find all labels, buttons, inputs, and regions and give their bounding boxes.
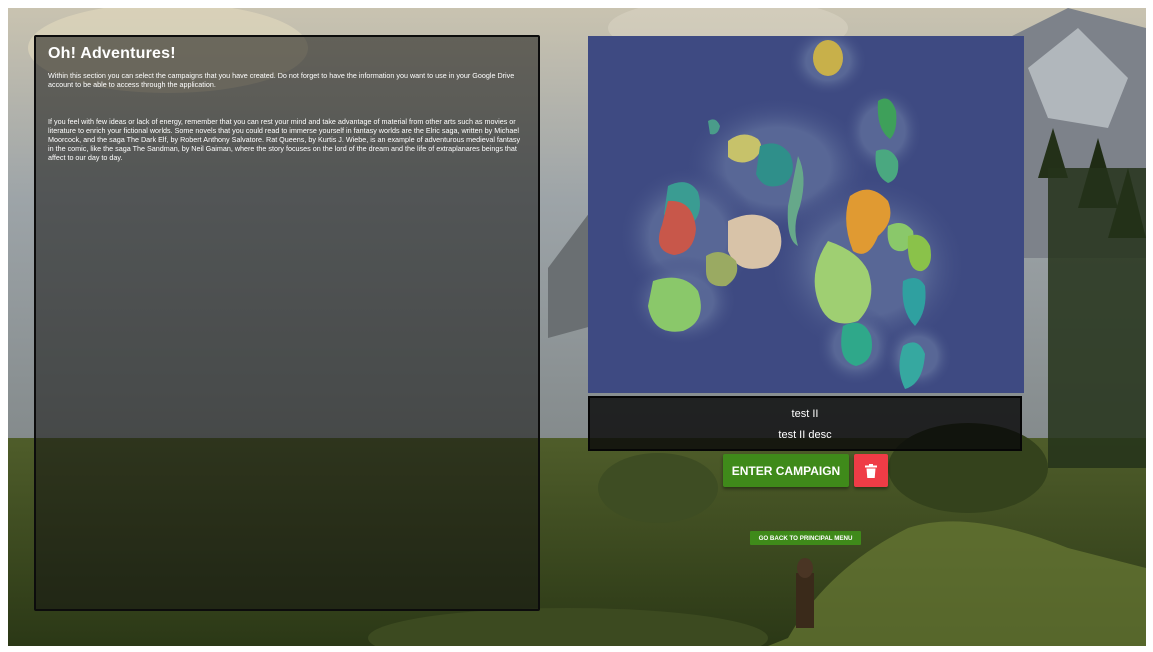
- back-to-menu-button[interactable]: GO BACK TO PRINCIPAL MENU: [750, 531, 861, 545]
- trash-icon: [865, 463, 877, 478]
- enter-campaign-button[interactable]: ENTER CAMPAIGN: [723, 454, 849, 487]
- campaign-card[interactable]: test II test II desc: [588, 396, 1022, 451]
- page-title: Oh! Adventures!: [48, 45, 176, 62]
- delete-campaign-button[interactable]: [854, 454, 888, 487]
- recommendation-text: If you feel with few ideas or lack of en…: [48, 117, 521, 162]
- intro-text: Within this section you can select the c…: [48, 71, 515, 89]
- campaign-name: test II: [791, 408, 819, 420]
- campaign-description: test II desc: [778, 429, 832, 441]
- fantasy-map: [588, 36, 1024, 393]
- campaign-map-image: [588, 36, 1024, 393]
- info-panel: Oh! Adventures! Within this section you …: [34, 35, 540, 611]
